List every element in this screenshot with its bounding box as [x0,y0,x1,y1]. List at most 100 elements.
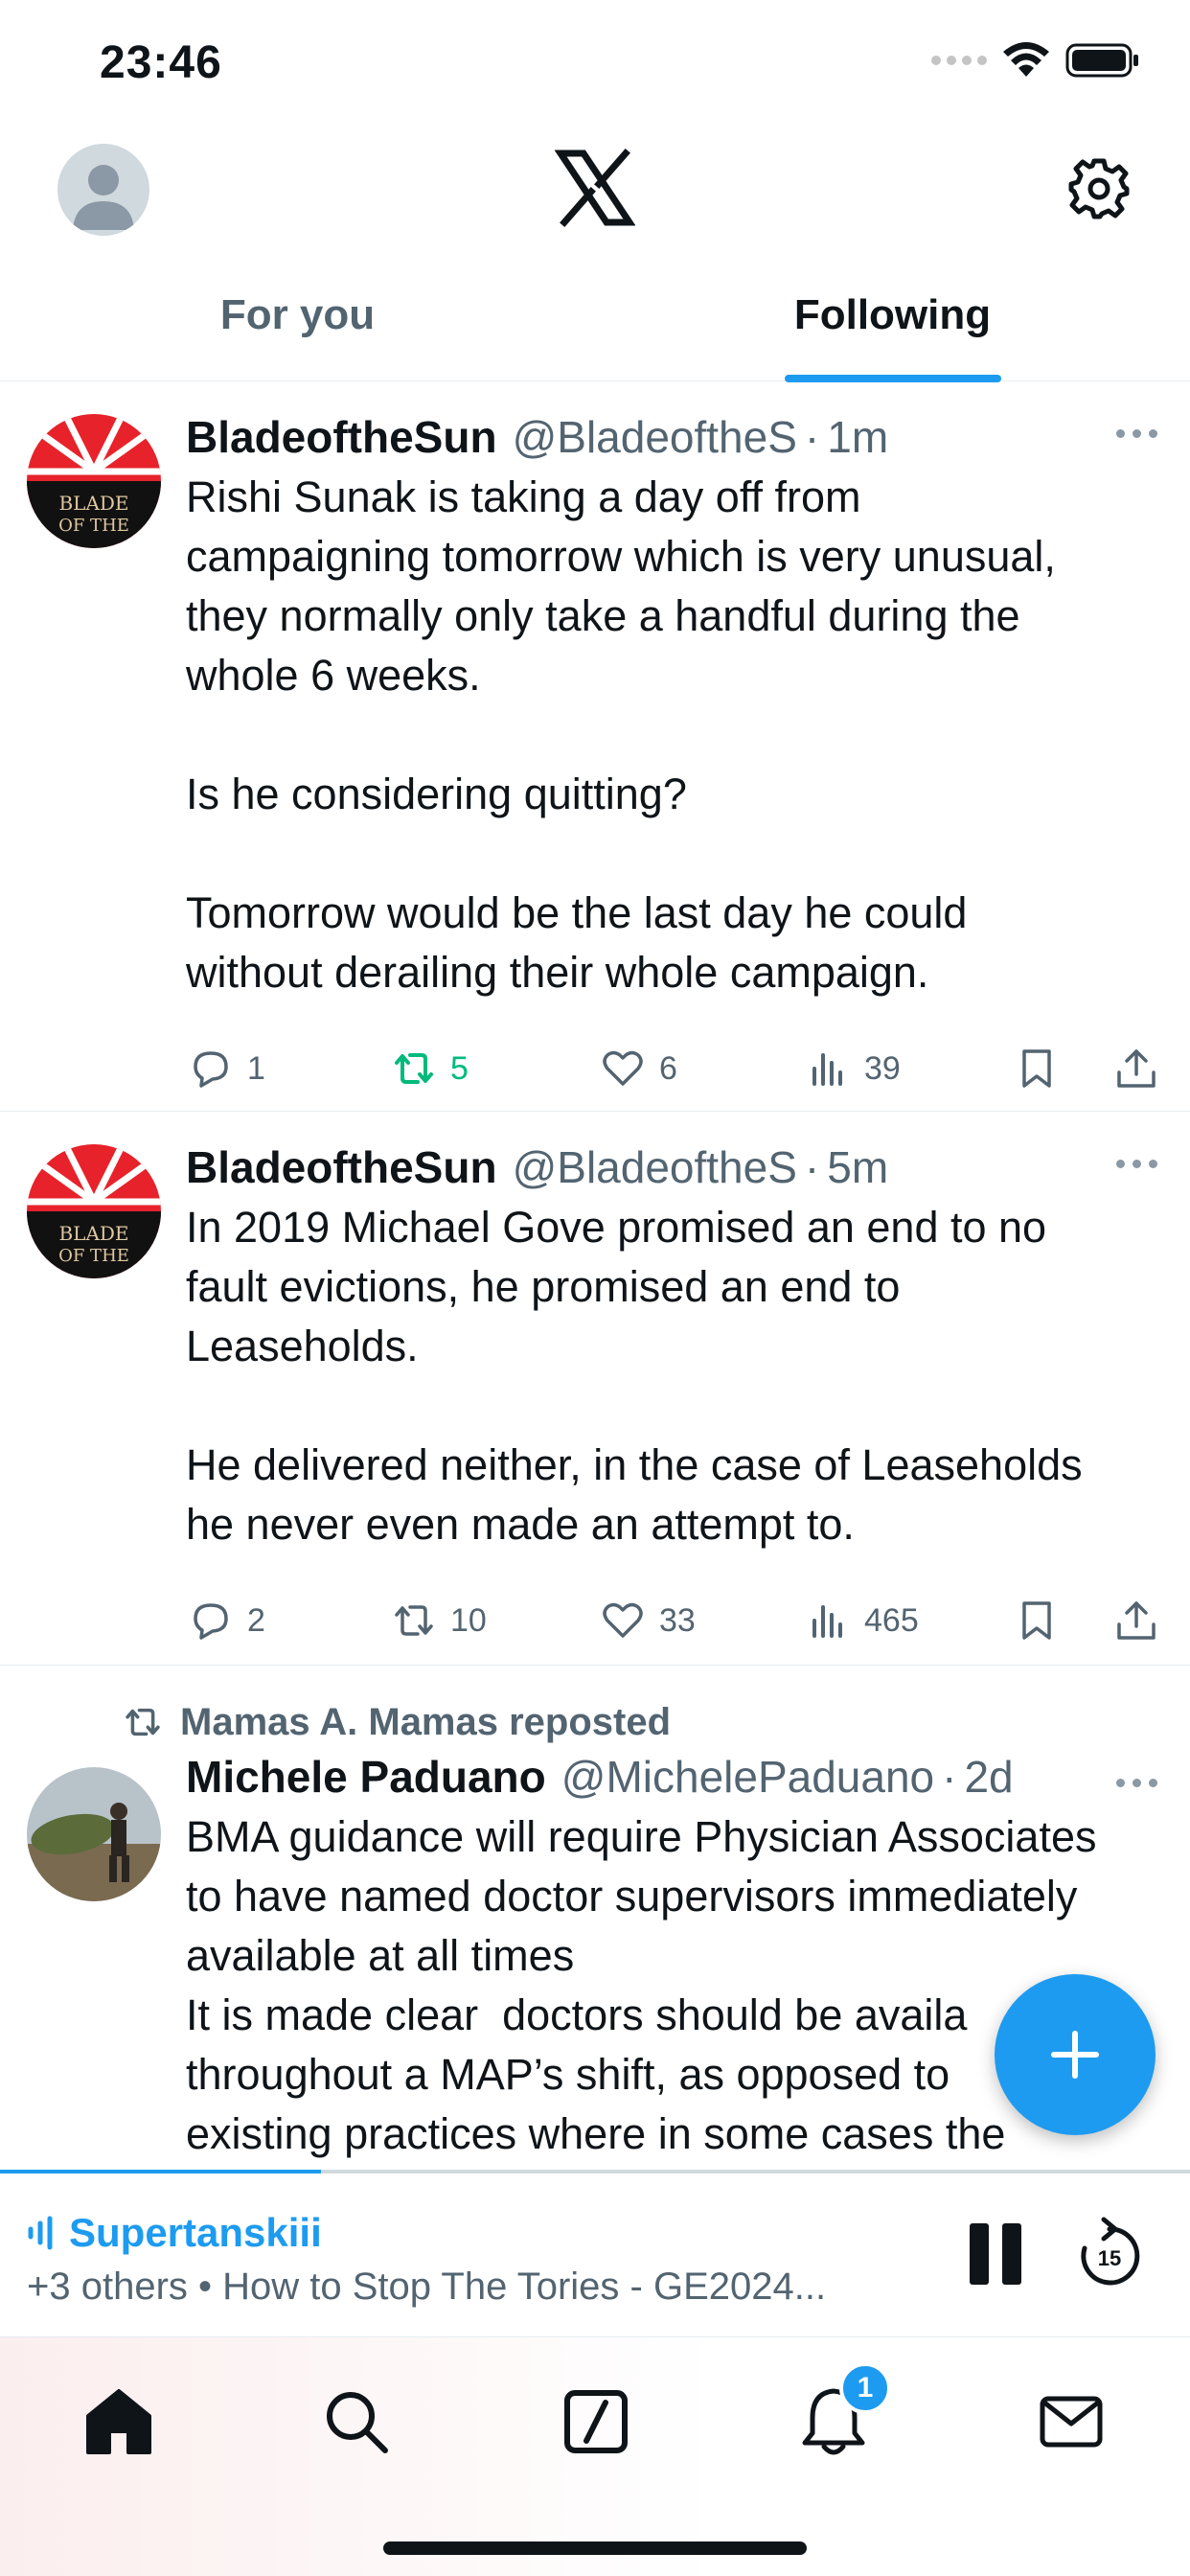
like-count: 33 [659,1601,696,1639]
repost-icon [395,1053,433,1084]
bottom-nav: 1 [0,2336,1190,2576]
reply-count: 1 [247,1049,265,1087]
reply-button[interactable]: 2 [186,1596,265,1645]
repost-count: 5 [450,1049,469,1087]
bookmark-button[interactable] [1012,1044,1062,1093]
views-icon [812,1605,842,1638]
battery-icon [1065,43,1138,78]
heart-icon [603,1602,643,1638]
timeline-feed: BLADE OF THE BladeoftheSun @BladeoftheS … [0,381,1190,2164]
views-count: 39 [864,1049,901,1087]
views-count: 465 [864,1601,919,1639]
share-icon [1117,1601,1156,1640]
bookmark-icon [1022,1601,1051,1640]
cellular-signal-icon [931,56,987,65]
status-indicators [931,42,1140,79]
like-button[interactable]: 6 [598,1044,677,1093]
views-button[interactable]: 465 [803,1596,919,1645]
tab-label: Following [793,291,992,338]
svg-text:BLADE: BLADE [58,492,128,515]
tweet[interactable]: BLADE OF THE BladeoftheSun @BladeoftheS … [0,1112,1190,1666]
views-button[interactable]: 39 [803,1044,901,1093]
bookmark-icon [1022,1049,1051,1088]
rewind-15-icon[interactable]: 15 [1077,2216,1142,2288]
status-bar: 23:46 [0,0,1190,134]
tweet-actions: 2 10 33 465 [186,1568,1163,1673]
more-options-icon[interactable] [1116,429,1157,438]
avatar[interactable]: BLADE OF THE [27,414,161,548]
top-header [0,134,1190,249]
more-options-icon[interactable] [1116,1160,1157,1168]
space-subtitle: +3 others • How to Stop The Tories - GE2… [27,2266,827,2308]
more-options-icon[interactable] [1116,1779,1157,1787]
timeline-tabs: For you Following [0,278,1190,382]
repost-context[interactable]: Mamas A. Mamas reposted [121,1700,1163,1744]
tab-following[interactable]: Following [595,278,1190,382]
reply-button[interactable]: 1 [186,1044,265,1093]
compose-button[interactable] [995,1974,1156,2135]
avatar[interactable]: BLADE OF THE [27,1144,161,1278]
share-button[interactable] [1111,1044,1161,1093]
tweet-header: BladeoftheSun @BladeoftheS · 5m [186,1140,1163,1194]
profile-avatar[interactable] [57,144,149,236]
tweet-text: In 2019 Michael Gove promised an end to … [186,1203,1083,1549]
views-icon [812,1053,842,1086]
repost-count: 10 [450,1601,487,1639]
tweet-time: 2d [964,1752,1014,1802]
space-host-name: Supertanskiii [69,2210,322,2255]
svg-text:OF THE: OF THE [58,516,129,536]
spaces-player[interactable]: Supertanskiii +3 others • How to Stop Th… [0,2170,1190,2336]
space-host[interactable]: Supertanskiii [27,2210,322,2256]
grok-icon[interactable] [558,2383,634,2460]
x-logo[interactable] [555,148,635,228]
tweet-time: 5m [827,1142,889,1192]
svg-text:OF THE: OF THE [58,1246,129,1266]
svg-text:BLADE: BLADE [58,1222,128,1245]
home-indicator[interactable] [383,2542,807,2555]
plus-icon [1051,2031,1099,2079]
author-handle[interactable]: @BladeoftheS [513,410,797,464]
mail-icon[interactable] [1033,2383,1110,2460]
reply-icon [194,1051,228,1088]
notification-badge: 1 [839,2362,891,2414]
reposted-by: Mamas A. Mamas reposted [180,1700,672,1743]
separator: · [942,1752,957,1802]
author-name[interactable]: BladeoftheSun [186,410,497,464]
tweet-time: 1m [827,412,889,462]
author-handle[interactable]: @MichelePaduano [561,1750,934,1804]
separator: · [804,1142,820,1192]
tweet[interactable]: BLADE OF THE BladeoftheSun @BladeoftheS … [0,381,1190,1112]
audio-wave-icon [28,2216,53,2250]
status-time: 23:46 [100,37,222,88]
pause-button[interactable] [970,2223,1023,2285]
bookmark-button[interactable] [1012,1596,1062,1645]
tab-for-you[interactable]: For you [0,278,595,380]
audio-progress [0,2170,322,2174]
tweet-text: Rishi Sunak is taking a day off from cam… [186,472,1056,997]
tweet-header: BladeoftheSun @BladeoftheS · 1m [186,410,1163,464]
tweet-actions: 1 5 6 39 [186,1016,1163,1121]
reply-icon [194,1603,228,1640]
repost-button[interactable]: 10 [389,1596,487,1645]
rewind-seconds: 15 [1098,2246,1121,2270]
heart-icon [603,1050,643,1086]
notifications-tab[interactable]: 1 [795,2362,891,2460]
author-handle[interactable]: @BladeoftheS [513,1140,797,1194]
tab-label: For you [219,291,376,338]
gear-icon[interactable] [1067,157,1131,220]
share-button[interactable] [1111,1596,1161,1645]
tweet-header: Michele Paduano @MichelePaduano · 2d [186,1750,1163,1804]
repost-button[interactable]: 5 [389,1044,469,1093]
reply-count: 2 [247,1601,265,1639]
search-icon[interactable] [318,2383,395,2460]
home-icon[interactable] [80,2383,157,2460]
like-button[interactable]: 33 [598,1596,696,1645]
avatar[interactable] [27,1767,161,1901]
like-count: 6 [659,1049,677,1087]
repost-icon [126,1708,160,1736]
author-name[interactable]: BladeoftheSun [186,1140,497,1194]
author-name[interactable]: Michele Paduano [186,1750,546,1804]
repost-icon [395,1605,433,1636]
share-icon [1117,1049,1156,1088]
separator: · [804,412,820,462]
